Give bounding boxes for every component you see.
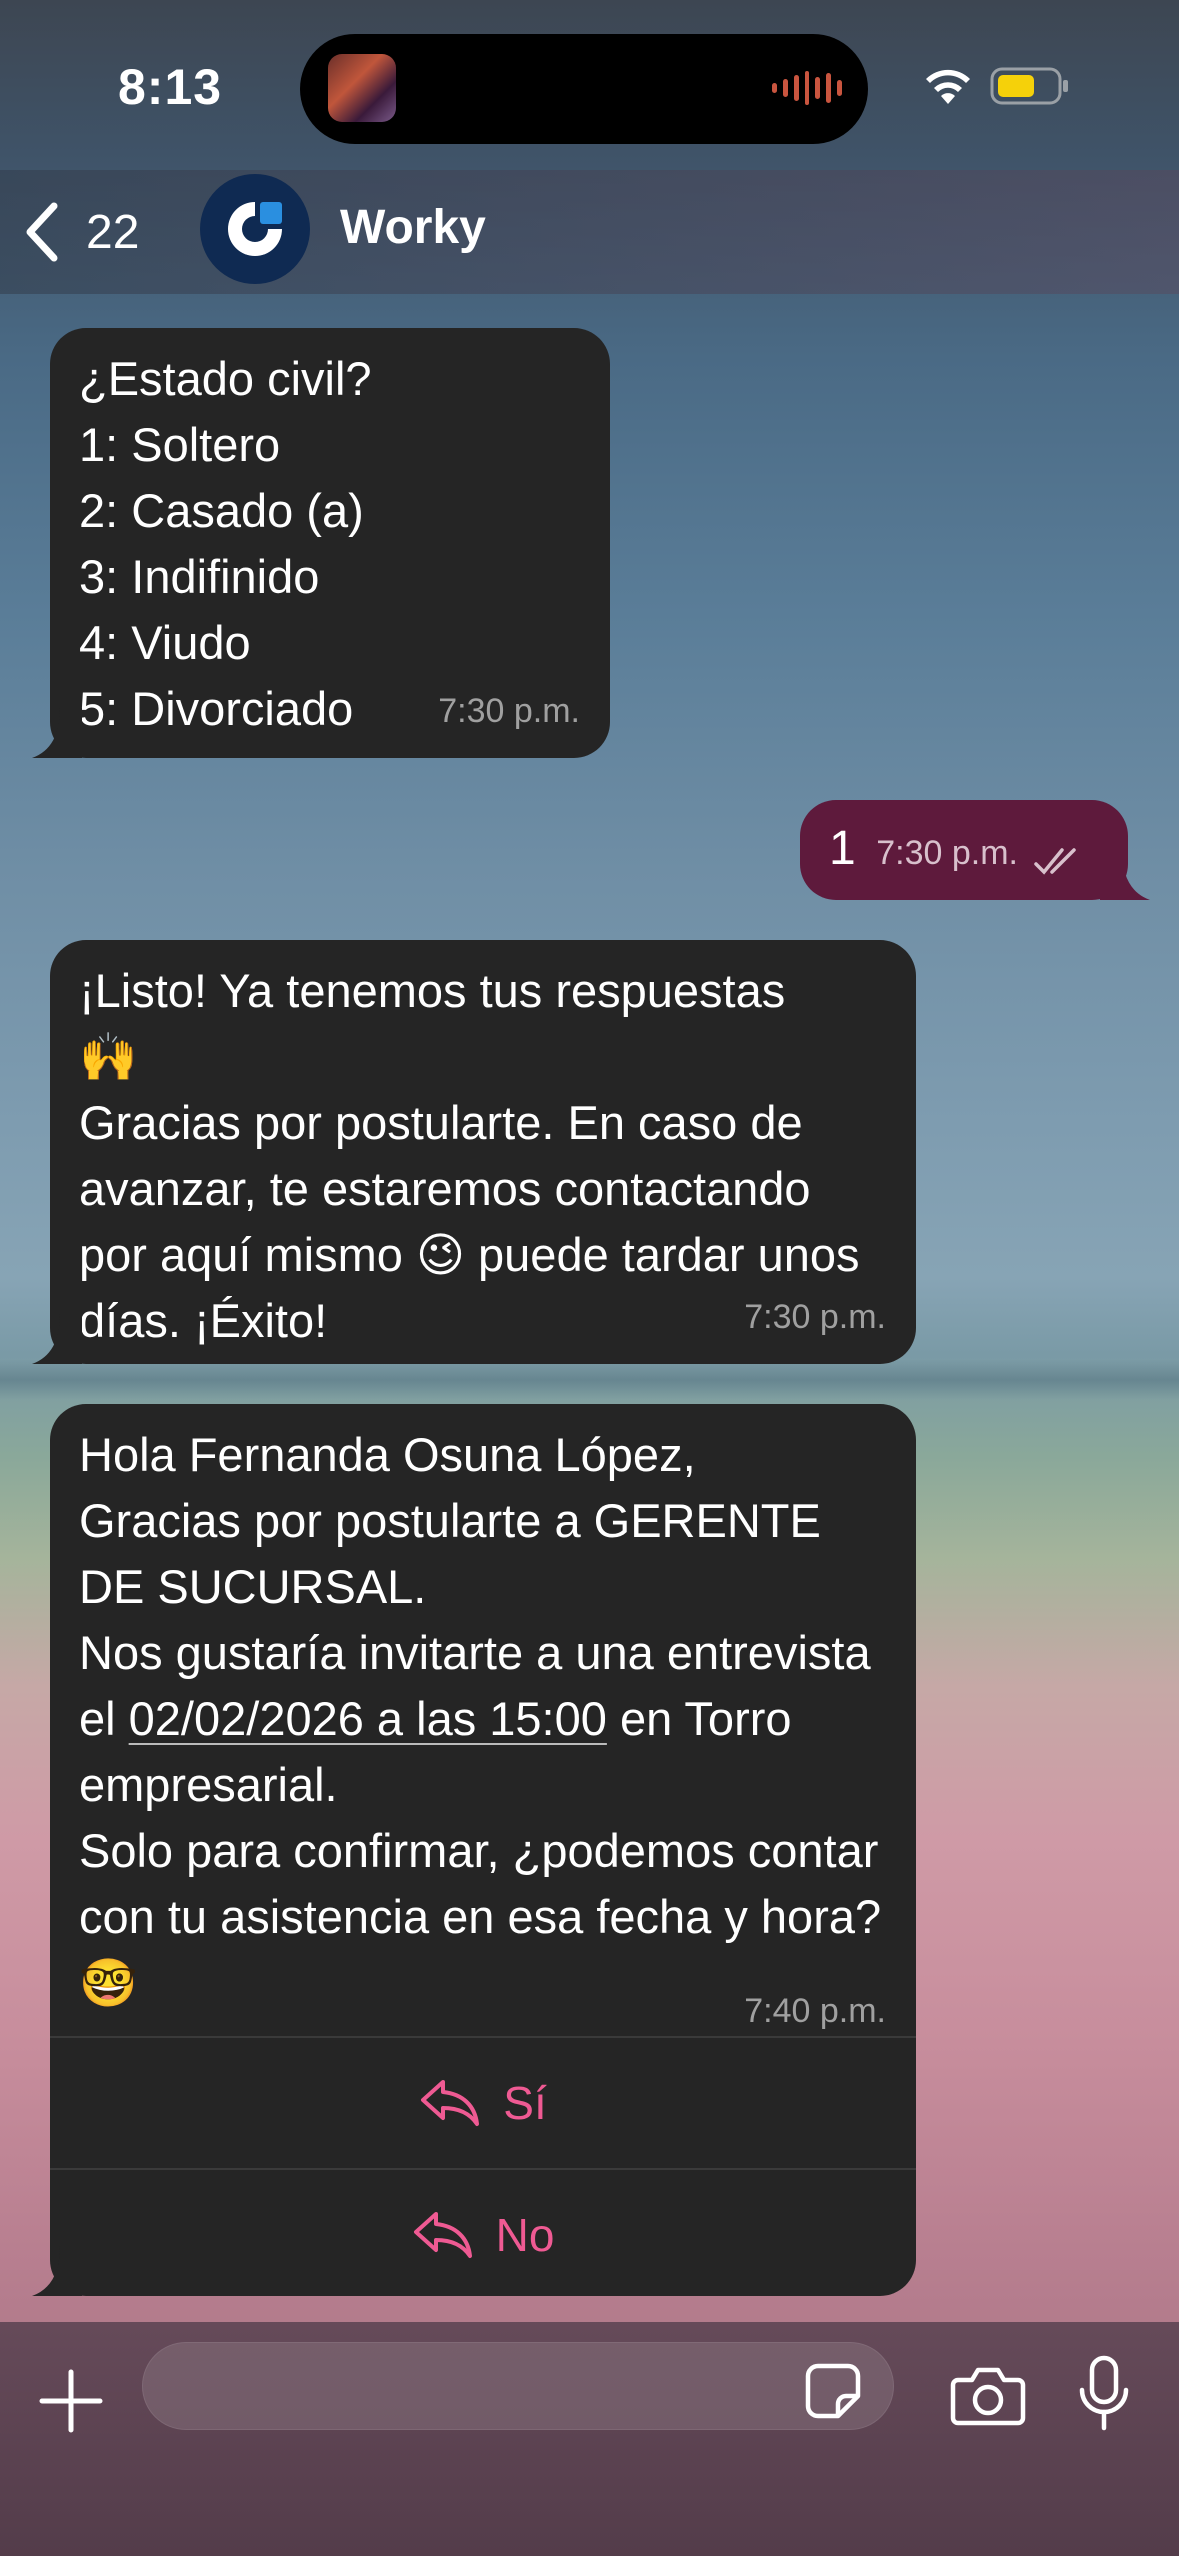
microphone-icon[interactable] <box>1076 2354 1132 2434</box>
battery-icon <box>990 67 1068 105</box>
now-playing-artwork[interactable] <box>328 54 396 122</box>
date-link[interactable]: 02/02/2026 a las 15:00 <box>129 1692 607 1745</box>
chat-header: 22 Worky <box>0 170 1179 294</box>
reply-arrow-icon <box>413 2212 472 2258</box>
message-line: ¡Listo! Ya tenemos tus respuestas <box>79 964 786 1017</box>
contact-name[interactable]: Worky <box>340 200 486 255</box>
chevron-left-icon <box>26 202 58 262</box>
quick-reply-no-button[interactable]: No <box>50 2168 916 2300</box>
plus-icon[interactable] <box>38 2368 104 2434</box>
worky-logo-icon <box>228 202 282 256</box>
message-time: 7:40 p.m. <box>744 1992 886 2030</box>
bubble-tail <box>32 708 82 758</box>
bubble-tail <box>1100 850 1150 900</box>
message-time: 7:30 p.m. <box>876 834 1018 872</box>
audio-waveform-icon <box>772 66 843 110</box>
raised-hands-emoji: 🙌 <box>79 1030 138 1083</box>
message-input[interactable] <box>142 2342 894 2430</box>
back-button[interactable]: 22 <box>22 194 139 270</box>
message-time: 7:30 p.m. <box>744 1298 886 1336</box>
contact-avatar[interactable] <box>200 174 310 284</box>
quick-reply-label: Sí <box>503 2077 547 2129</box>
double-check-read-icon <box>1034 848 1076 875</box>
incoming-message[interactable]: ¿Estado civil? 1: Soltero 2: Casado (a) … <box>32 328 610 758</box>
quick-reply-label: No <box>495 2209 555 2261</box>
status-time: 8:13 <box>118 59 223 115</box>
unread-count: 22 <box>86 205 140 259</box>
nerd-face-emoji: 🤓 <box>79 1956 138 2009</box>
message-composer <box>0 2322 1179 2556</box>
message-text: Hola Fernanda Osuna López, Gracias por p… <box>50 1404 916 2016</box>
quick-reply-yes-button[interactable]: Sí <box>50 2036 916 2168</box>
winking-face-emoji: 😉 <box>415 1228 465 1281</box>
sticker-icon[interactable] <box>804 2362 862 2420</box>
message-time: 7:30 p.m. <box>438 692 580 730</box>
outgoing-message[interactable]: 1 7:30 p.m. <box>800 800 1150 900</box>
incoming-message-with-quick-replies[interactable]: Hola Fernanda Osuna López, Gracias por p… <box>32 1404 916 2296</box>
incoming-message[interactable]: ¡Listo! Ya tenemos tus respuestas 🙌 Grac… <box>32 940 916 1364</box>
camera-icon[interactable] <box>950 2364 1026 2426</box>
reply-arrow-icon <box>421 2080 480 2126</box>
bubble-tail <box>32 1314 82 1364</box>
wifi-icon <box>926 69 970 104</box>
status-bar: 8:13 <box>0 0 1179 170</box>
